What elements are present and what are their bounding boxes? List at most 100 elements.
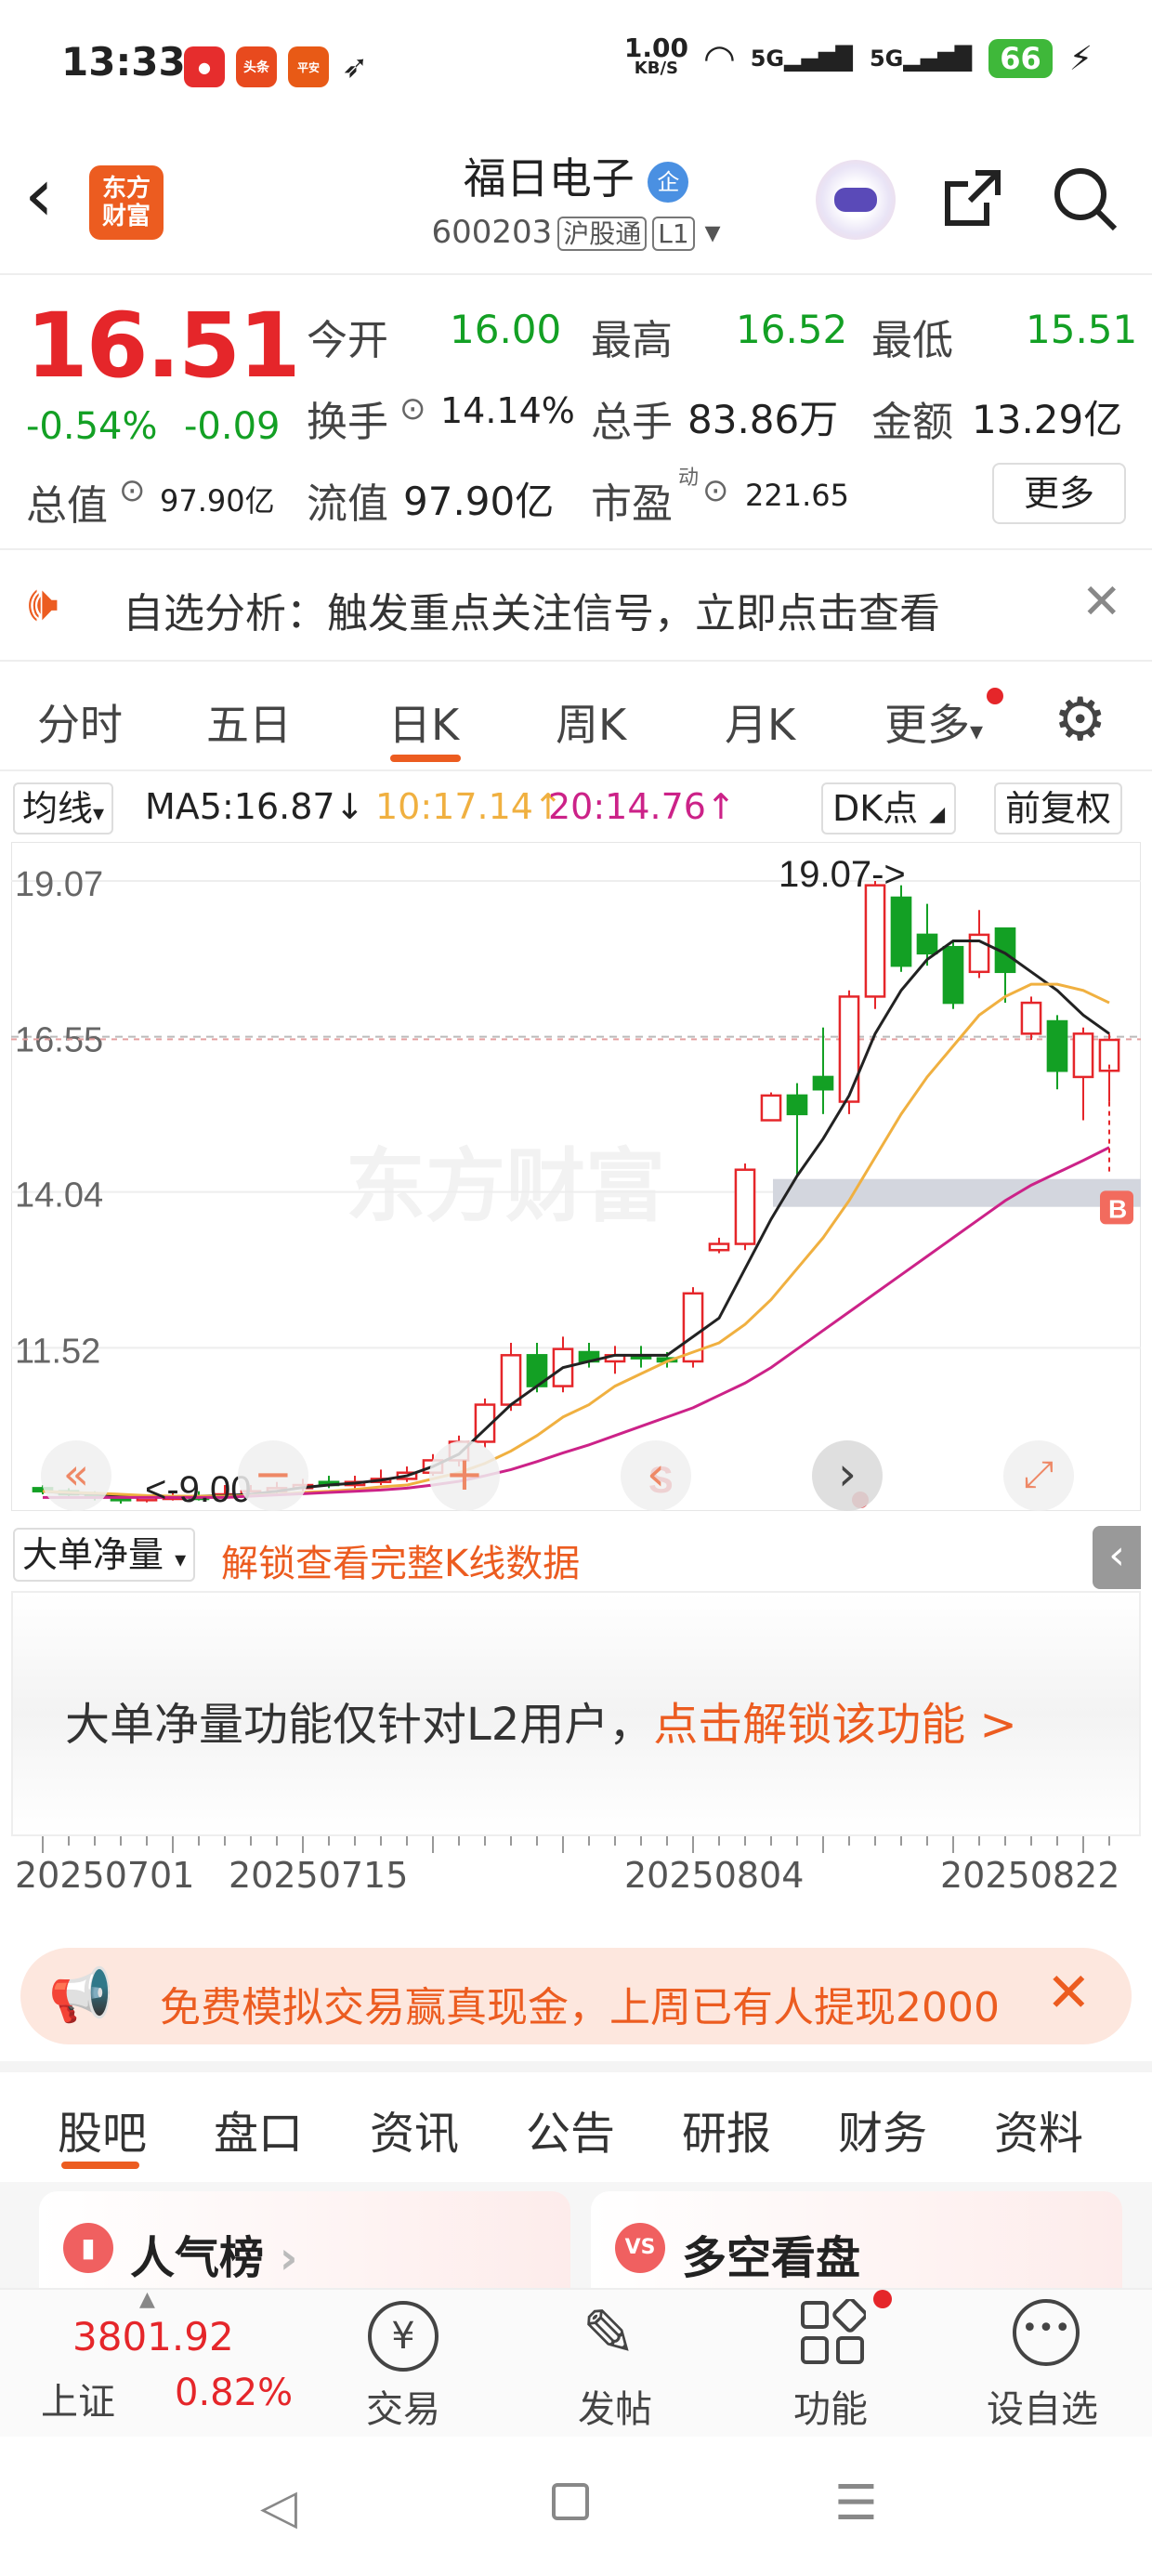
settings-gear-icon[interactable]: ⚙ [1054,686,1106,755]
tab-guba[interactable]: 股吧 [58,2096,147,2162]
change-value: -0.09 [184,405,281,448]
tab-announcements[interactable]: 公告 [526,2096,615,2162]
nav-home-icon[interactable] [552,2483,589,2520]
adjust-fq-button[interactable]: 前复权 [994,782,1123,835]
pe-value: 221.65 [745,478,849,513]
tab-finance[interactable]: 财务 [838,2096,927,2162]
bottom-toolbar [0,2288,1152,2437]
info-icon[interactable]: ⊙ [399,390,426,427]
tab-profile[interactable]: 资料 [994,2096,1083,2162]
sub-indicator-select[interactable]: 大单净量 ▾ [13,1528,196,1582]
level-tag: L1 [652,217,695,251]
add-favorite-label[interactable]: 设自选 [987,2379,1098,2433]
vs-icon: VS [615,2223,665,2273]
tab-weekly-k[interactable]: 周K [556,691,626,753]
amount-value: 13.29亿 [972,397,1123,442]
active-subtab-indicator [61,2162,139,2169]
fullscreen-icon[interactable]: ⤢ [1003,1440,1074,1511]
candle-body [864,884,886,998]
info-icon[interactable]: ⊙ [702,472,729,509]
ma20-label: 20:14.76↑ [548,786,736,827]
indicator-select[interactable]: 均线▾ [13,782,114,835]
support-zone [773,1178,1141,1207]
y-tick-label: 11.52 [15,1332,100,1371]
candle-body [734,1168,756,1245]
tab-monthly-k[interactable]: 月K [725,691,795,753]
wifi-icon: ◠ [704,37,734,80]
new-dot [987,688,1003,704]
x-label-1: 20250715 [229,1855,409,1896]
trade-label[interactable]: 交易 [366,2379,440,2433]
trade-icon[interactable]: ¥ [368,2301,439,2372]
bull-bear-title: 多空看盘 [682,2232,861,2284]
net-speed: 1.00 KB/S [623,33,688,79]
robot-assistant-icon[interactable] [816,160,896,240]
active-tab-indicator [390,755,461,762]
search-icon[interactable] [1050,164,1120,234]
max-price-label: 19.07-> [779,854,906,895]
close-icon[interactable]: ✕ [1081,574,1122,630]
min-price-label: <-9.00 [145,1469,252,1510]
y-tick-label: 16.55 [15,1021,103,1060]
info-icon[interactable]: ⊙ [119,472,146,509]
tab-reports[interactable]: 研报 [682,2096,771,2162]
functions-grid-icon[interactable] [799,2297,868,2366]
battery-icon: 66 [988,39,1053,78]
tab-more[interactable]: 更多▾ [884,691,983,753]
candle-body [812,1075,834,1091]
tab-5day[interactable]: 五日 [206,691,292,753]
index-change: 0.82% [175,2372,294,2414]
notice-text: 自选分析：触发重点关注信号，立即点击查看 [123,590,940,637]
candle-body [1020,1001,1042,1035]
candle-body [786,1094,808,1116]
post-edit-icon[interactable]: ✎ [582,2295,636,2372]
tab-daily-k[interactable]: 日K [388,691,459,753]
securities-icon: 平安 [288,46,329,87]
candle-body [1046,1019,1068,1072]
high-label: 最高 [591,317,673,364]
popularity-card[interactable] [39,2191,570,2288]
kline-chart[interactable]: 东方财富19.0716.5514.0411.5219.07-><-9.00BS [11,842,1141,1511]
tab-intraday[interactable]: 分时 [37,691,123,753]
zoom-in-button[interactable]: + [429,1440,500,1511]
market-cap-label: 总值 [26,482,108,530]
low-value: 15.51 [1026,307,1138,352]
more-dots-icon[interactable]: ••• [1013,2299,1080,2366]
app-root: 13:33 ● 头条 平安 ➶ 1.00 KB/S ◠ 5G▂▄▆█ 5G▂▄▆█… [0,0,1152,2576]
x-label-3: 20250822 [940,1855,1120,1896]
tab-pankou[interactable]: 盘口 [214,2096,303,2162]
more-button[interactable]: 更多 [992,463,1126,524]
charging-icon: ⚡ [1068,39,1093,78]
prev-button[interactable]: ‹ [621,1440,691,1511]
candle-body [942,945,964,1005]
watermark: 东方财富 [346,1142,665,1231]
pe-dynamic-sup: 动 [678,467,700,490]
candle-body [500,1354,522,1406]
unlock-feature-link[interactable]: 点击解锁该功能 > [653,1699,1016,1751]
status-icons: 1.00 KB/S ◠ 5G▂▄▆█ 5G▂▄▆█ 66 ⚡ [623,33,1093,81]
zoom-out-button[interactable]: − [238,1440,308,1511]
market-cap-value: 97.90亿 [160,483,275,519]
signal-icon: 5G▂▄▆█ [750,46,853,72]
high-value: 16.52 [736,307,848,352]
next-button[interactable]: › [812,1440,883,1511]
nav-back-icon[interactable]: ◁ [260,2479,297,2535]
share-icon[interactable] [938,165,1005,232]
turnover-label: 换手 [307,399,388,446]
nav-menu-icon[interactable]: ☰ [834,2476,878,2531]
toutiao-icon: 头条 [236,46,277,87]
rewind-button[interactable]: « [41,1440,111,1511]
collapse-arrow-icon[interactable]: ‹ [1093,1526,1141,1589]
l2-message[interactable]: 大单净量功能仅针对L2用户，点击解锁该功能 > [65,1688,1017,1753]
index-value[interactable]: 3801.92 [72,2314,234,2359]
functions-label[interactable]: 功能 [793,2379,868,2433]
post-label[interactable]: 发帖 [578,2379,652,2433]
dk-point-button[interactable]: DK点 ◢ [821,782,957,835]
open-label: 今开 [307,317,388,364]
tab-news[interactable]: 资讯 [370,2096,459,2162]
signal-icon-2: 5G▂▄▆█ [869,46,973,72]
unlock-link[interactable]: 解锁查看完整K线数据 [221,1533,580,1587]
y-tick-label: 19.07 [15,865,103,904]
close-icon[interactable]: ✕ [1046,1961,1092,2024]
float-cap-label: 流值 [307,480,388,528]
